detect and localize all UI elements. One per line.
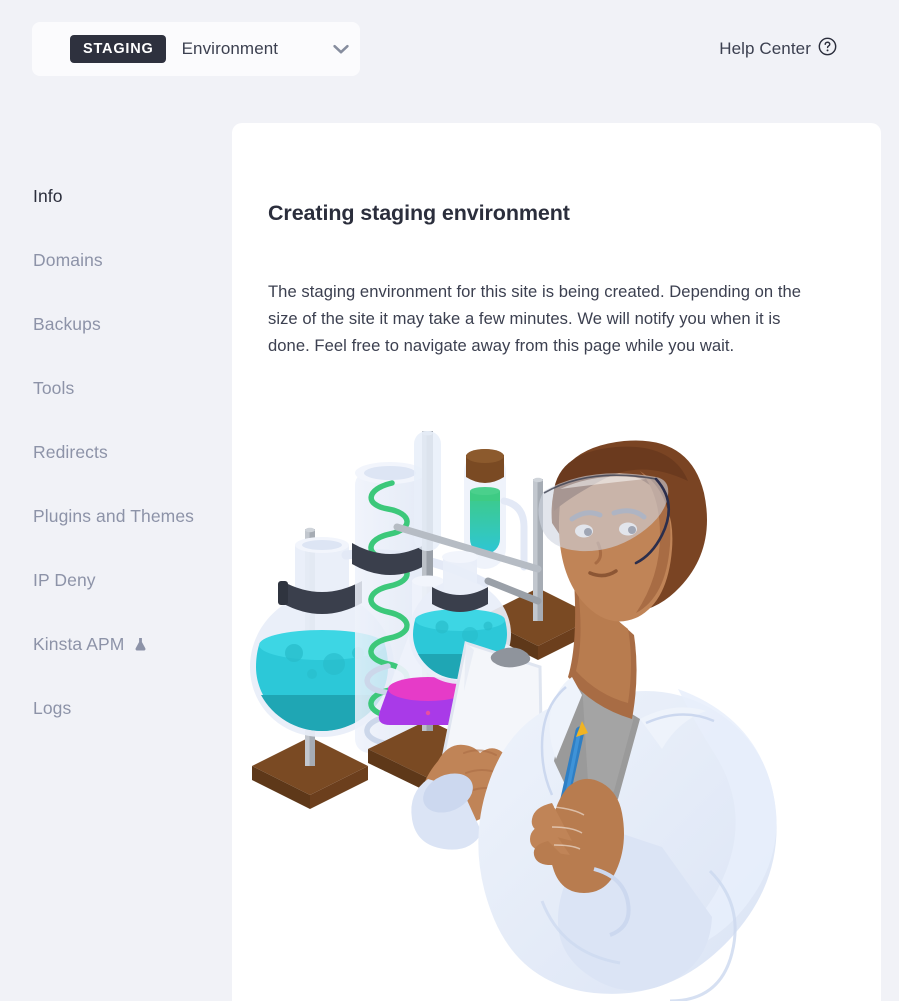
sidebar-item-domains[interactable]: Domains — [0, 228, 232, 292]
sidebar-item-redirects[interactable]: Redirects — [0, 420, 232, 484]
sidebar-item-plugins-and-themes[interactable]: Plugins and Themes — [0, 484, 232, 548]
top-bar: STAGING Environment Help Center — [0, 0, 899, 98]
sidebar-item-label: Redirects — [33, 441, 108, 462]
sidebar-item-backups[interactable]: Backups — [0, 292, 232, 356]
help-center-link[interactable]: Help Center — [719, 37, 837, 61]
sidebar-item-info[interactable]: Info — [0, 164, 232, 228]
environment-selector[interactable]: STAGING Environment — [32, 22, 360, 76]
staging-environment-page: STAGING Environment Help Center Info Dom… — [0, 0, 899, 1001]
page-title: Creating staging environment — [268, 201, 570, 225]
sidebar-nav: Info Domains Backups Tools Redirects Plu… — [0, 98, 232, 1001]
sidebar-item-label: Tools — [33, 377, 75, 398]
sidebar-item-label: Logs — [33, 697, 72, 718]
sidebar-item-label: Domains — [33, 249, 103, 270]
sidebar-item-kinsta-apm[interactable]: Kinsta APM — [0, 612, 232, 676]
help-center-label: Help Center — [719, 39, 811, 58]
sidebar-item-label: Backups — [33, 313, 101, 334]
flask-icon — [134, 637, 147, 652]
sidebar-item-label: Kinsta APM — [33, 633, 125, 654]
sidebar-item-ip-deny[interactable]: IP Deny — [0, 548, 232, 612]
scientist-lab-illustration — [242, 431, 881, 1001]
page-description: The staging environment for this site is… — [268, 282, 802, 355]
environment-badge: STAGING — [70, 34, 166, 64]
main-content-card: Creating staging environment The staging… — [232, 123, 881, 1001]
sidebar-item-label: IP Deny — [33, 569, 96, 590]
environment-selector-label: Environment — [181, 39, 279, 58]
sidebar-item-label: Info — [33, 185, 63, 206]
sidebar-item-logs[interactable]: Logs — [0, 676, 232, 740]
chevron-down-icon[interactable] — [332, 43, 350, 55]
sidebar-item-label: Plugins and Themes — [33, 505, 195, 526]
sidebar-item-tools[interactable]: Tools — [0, 356, 232, 420]
question-circle-icon[interactable] — [818, 37, 837, 61]
